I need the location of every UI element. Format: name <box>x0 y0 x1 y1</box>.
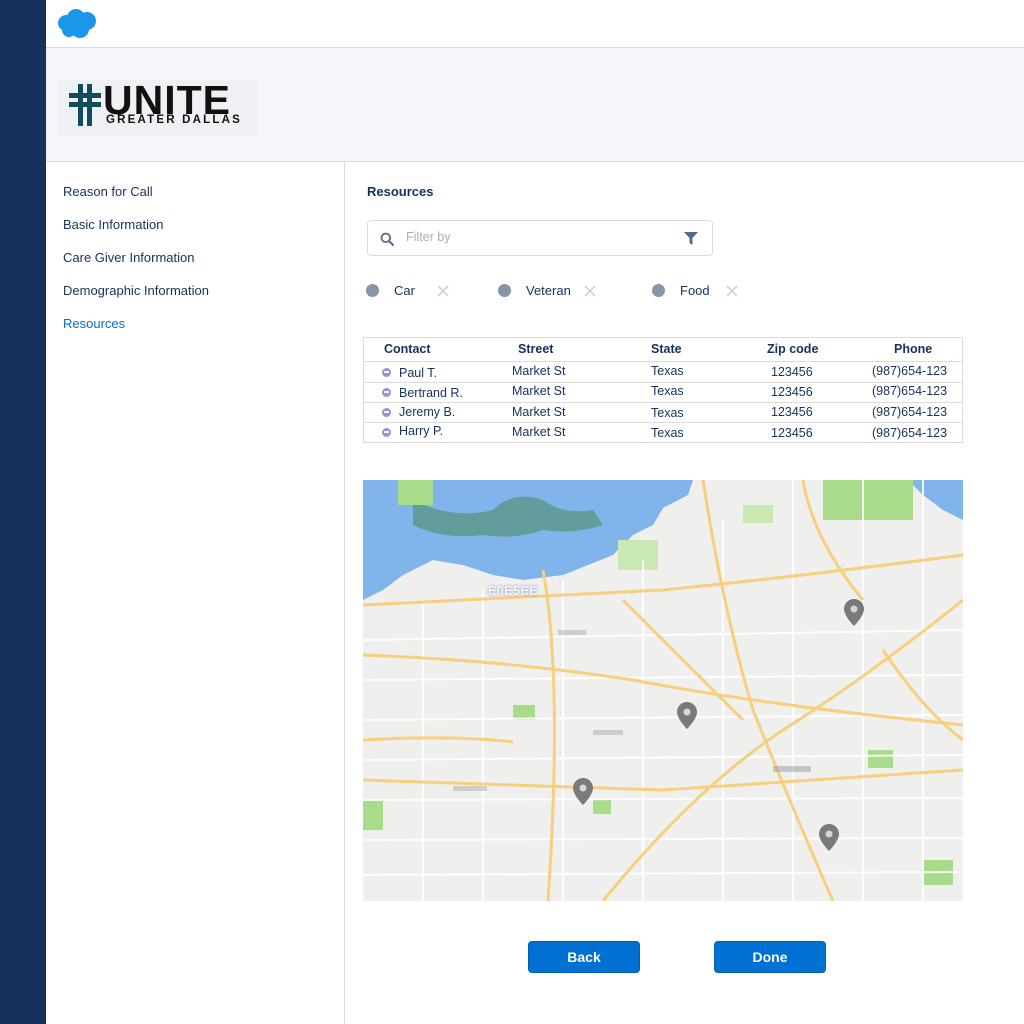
top-bar <box>46 0 1024 48</box>
chip-label: Veteran <box>526 283 571 298</box>
map-canvas[interactable] <box>363 480 963 901</box>
cell-state: Texas <box>651 406 684 420</box>
back-button[interactable]: Back <box>528 941 640 973</box>
close-icon[interactable] <box>725 284 739 298</box>
funnel-icon[interactable] <box>684 232 698 245</box>
cell-state: Texas <box>651 426 684 440</box>
cell-state: Texas <box>651 384 684 398</box>
search-icon <box>380 232 394 246</box>
chip-label: Car <box>394 283 415 298</box>
cell-zip: 123456 <box>771 405 813 419</box>
logo-subtitle: GREATER DALLAS <box>106 114 243 126</box>
map-label: E0E5EE <box>488 584 539 598</box>
nav-item-basic-information[interactable]: Basic Information <box>63 217 163 232</box>
cell-contact[interactable]: Harry P. <box>399 424 443 438</box>
cell-contact[interactable]: Bertrand R. <box>399 386 463 400</box>
table-row[interactable]: Jeremy B. Market St Texas 123456 (987)65… <box>364 402 962 423</box>
cell-street: Market St <box>512 364 566 378</box>
column-header-phone[interactable]: Phone <box>894 342 932 356</box>
resources-table: Contact Street State Zip code Phone Paul… <box>363 337 963 443</box>
column-header-contact[interactable]: Contact <box>384 342 431 356</box>
contact-icon <box>382 368 391 377</box>
column-header-zip[interactable]: Zip code <box>767 342 818 356</box>
contact-icon <box>382 408 391 417</box>
resources-title: Resources <box>367 184 434 199</box>
cell-zip: 123456 <box>771 365 813 379</box>
nav-item-demographic-information[interactable]: Demographic Information <box>63 283 209 298</box>
cell-phone: (987)654-123 <box>872 426 948 440</box>
chip-label: Food <box>680 283 710 298</box>
cell-phone: (987)654-123 <box>872 364 948 378</box>
close-icon[interactable] <box>583 284 597 298</box>
cell-phone: (987)654-123 <box>872 384 948 398</box>
cell-street: Market St <box>512 384 566 398</box>
column-header-street[interactable]: Street <box>518 342 553 356</box>
cell-state: Texas <box>651 364 684 378</box>
contact-icon <box>382 428 391 437</box>
table-row[interactable]: Paul T. Market St Texas 123456 (987)654-… <box>364 362 962 383</box>
left-rail <box>0 0 46 1024</box>
cell-street: Market St <box>512 425 566 439</box>
cell-street: Market St <box>512 405 566 419</box>
cell-contact[interactable]: Paul T. <box>399 366 437 380</box>
close-icon[interactable] <box>436 284 450 298</box>
contact-icon <box>382 388 391 397</box>
nav-item-reason-for-call[interactable]: Reason for Call <box>63 184 153 199</box>
cell-zip: 123456 <box>771 385 813 399</box>
filter-input[interactable] <box>404 229 668 245</box>
section-nav: Reason for Call Basic Information Care G… <box>46 162 345 1024</box>
column-header-state[interactable]: State <box>651 342 682 356</box>
table-row[interactable]: Bertrand R. Market St Texas 123456 (987)… <box>364 382 962 403</box>
nav-item-resources[interactable]: Resources <box>63 316 125 331</box>
table-row[interactable]: Harry P. Market St Texas 123456 (987)654… <box>364 422 962 442</box>
cell-phone: (987)654-123 <box>872 405 948 419</box>
chip-dot-icon <box>366 284 379 297</box>
nav-item-care-giver-information[interactable]: Care Giver Information <box>63 250 195 265</box>
cell-zip: 123456 <box>771 426 813 440</box>
done-button[interactable]: Done <box>714 941 826 973</box>
cross-logo-icon <box>69 84 101 126</box>
chip-dot-icon <box>498 284 511 297</box>
table-header: Contact Street State Zip code Phone <box>364 338 962 362</box>
chip-dot-icon <box>652 284 665 297</box>
salesforce-cloud-icon[interactable] <box>56 8 100 40</box>
filter-box[interactable] <box>367 220 713 256</box>
cell-contact[interactable]: Jeremy B. <box>399 405 455 419</box>
resources-map[interactable]: E0E5EE <box>363 480 963 901</box>
